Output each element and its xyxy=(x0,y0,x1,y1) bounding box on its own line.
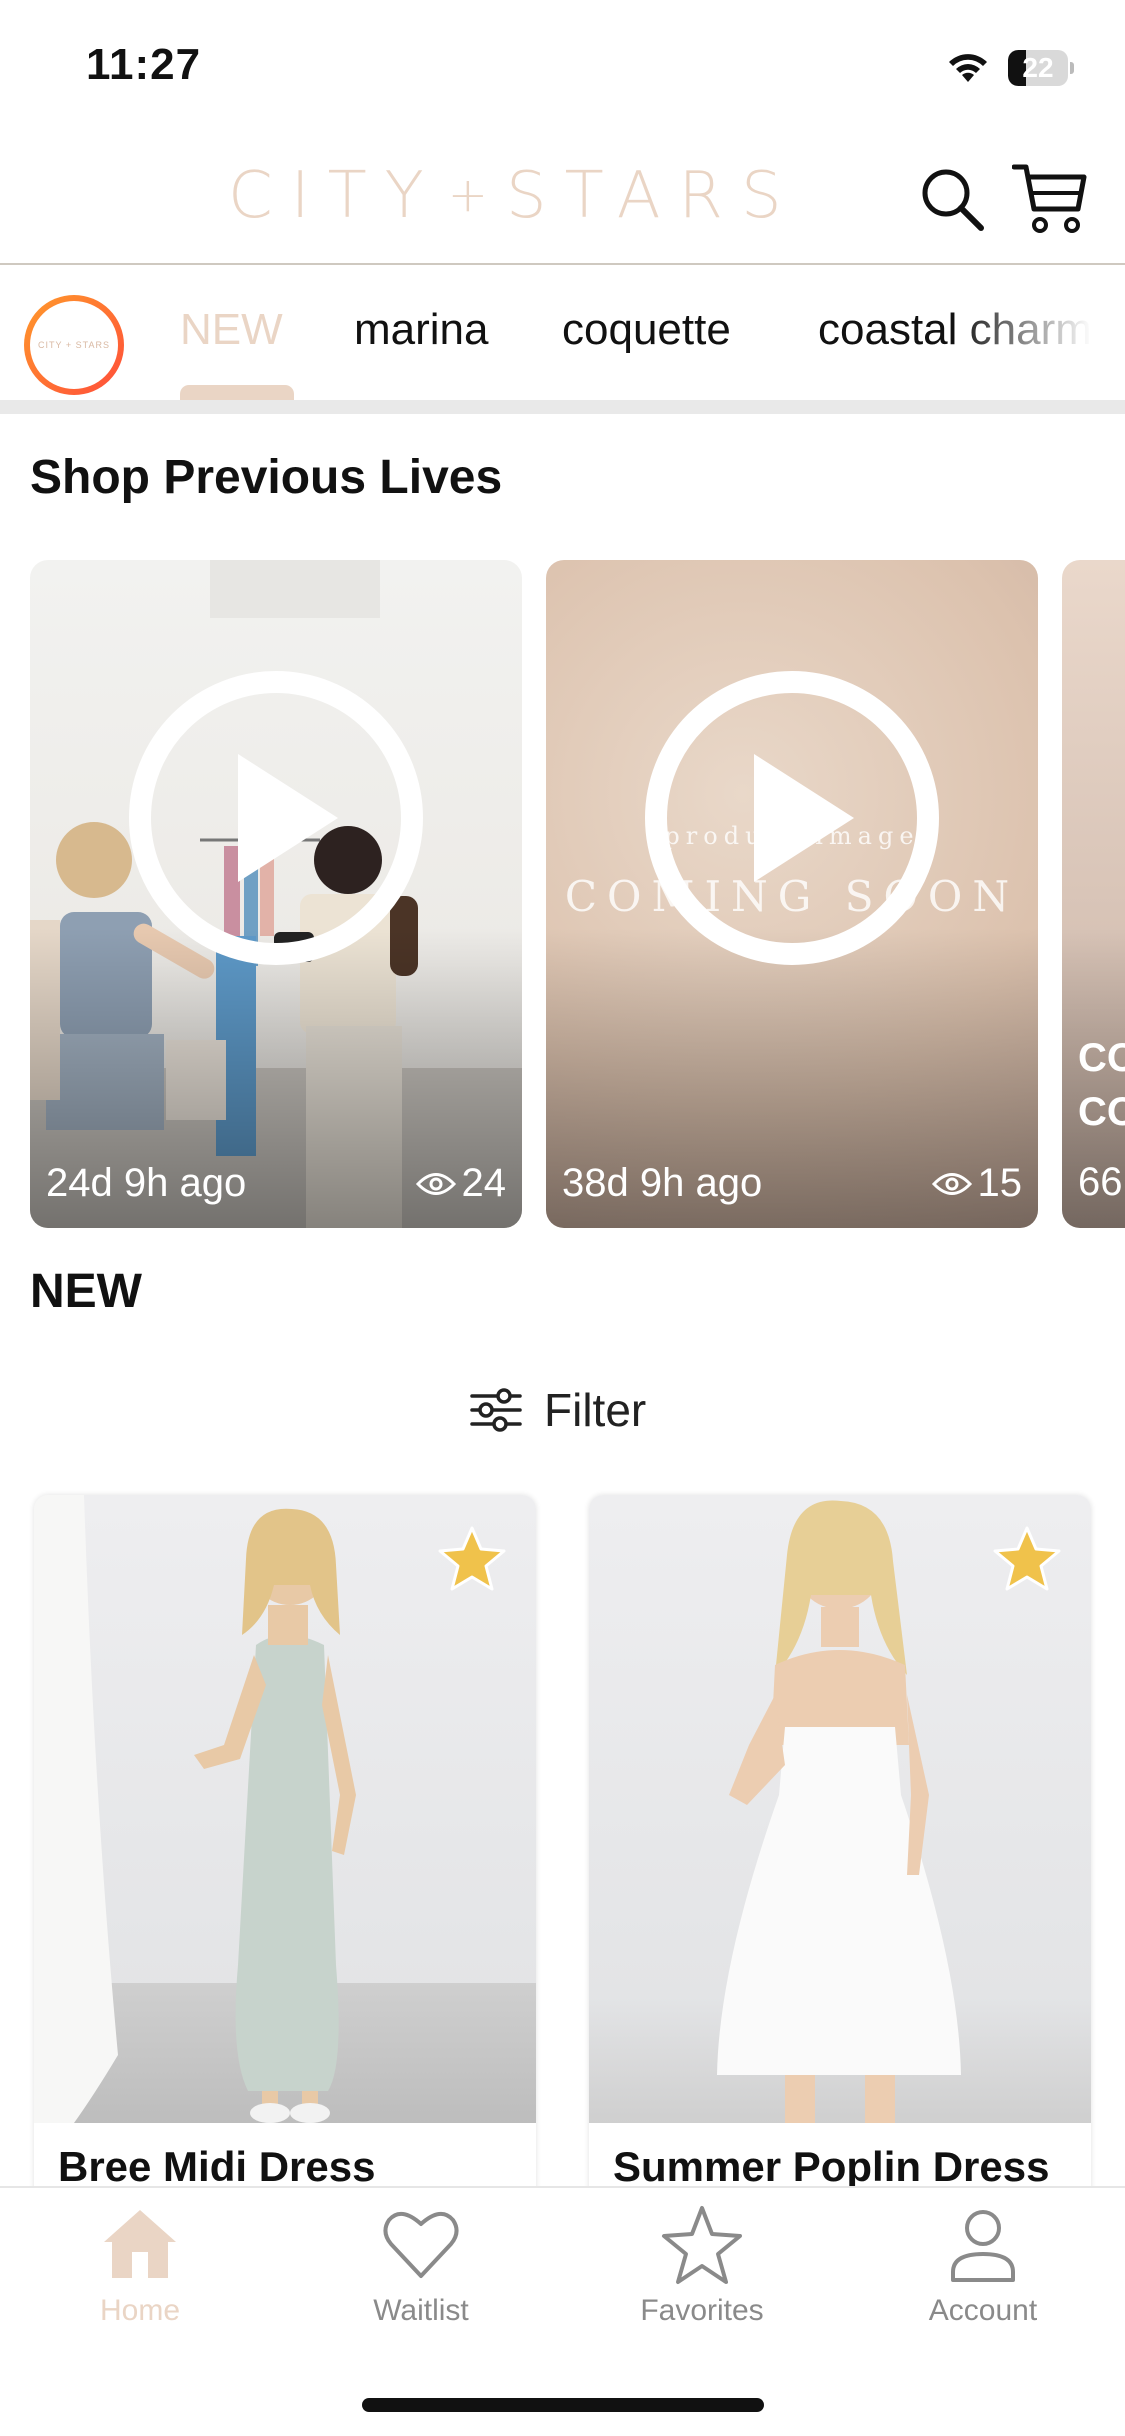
tab-coquette[interactable]: coquette xyxy=(562,305,731,355)
person-icon xyxy=(951,2210,1015,2282)
filter-label: Filter xyxy=(544,1384,647,1436)
tabbar-label: Waitlist xyxy=(373,2294,469,2327)
favorite-star-icon[interactable] xyxy=(436,1523,508,1595)
app-header: CITY +STARS xyxy=(0,135,1125,265)
home-indicator xyxy=(362,2398,764,2412)
wifi-icon xyxy=(949,54,987,82)
tab-new[interactable]: NEW xyxy=(180,305,283,355)
sliders-icon xyxy=(470,1388,522,1432)
live-video-card[interactable]: 24d 9h ago 24 xyxy=(30,560,522,1228)
filter-button[interactable]: Filter xyxy=(470,1380,646,1440)
brand-logo[interactable]: CITY +STARS xyxy=(228,159,800,233)
tabs-fade xyxy=(955,267,1125,402)
logo-text-right: STARS xyxy=(505,159,800,233)
tabbar-label: Home xyxy=(99,2294,181,2327)
tabbar-waitlist[interactable]: Waitlist xyxy=(321,2202,521,2328)
live-video-card[interactable]: product image COMING SOON 38d 9h ago 15 xyxy=(546,560,1038,1228)
status-bar: 11:27 22 xyxy=(0,0,1125,135)
live-age: 24d 9h ago xyxy=(46,1161,247,1205)
live-age: 38d 9h ago xyxy=(562,1161,763,1205)
play-icon[interactable] xyxy=(126,668,426,968)
eye-icon xyxy=(415,1172,456,1195)
brand-avatar[interactable]: CITY + STARS xyxy=(24,295,124,395)
logo-plus: + xyxy=(447,167,500,223)
cart-icon[interactable] xyxy=(1012,161,1088,235)
live-video-card[interactable]: CO CO 66 xyxy=(1062,560,1125,1228)
product-card[interactable]: Bree Midi Dress xyxy=(34,1495,536,2195)
tabbar-favorites[interactable]: Favorites xyxy=(602,2202,802,2328)
brand-avatar-text: CITY + STARS xyxy=(30,301,118,389)
favorite-star-icon[interactable] xyxy=(991,1523,1063,1595)
live-views: 15 xyxy=(931,1161,1023,1206)
live-card-title-line1: CO xyxy=(1078,1036,1125,1080)
play-icon[interactable] xyxy=(642,668,942,968)
eye-icon xyxy=(931,1172,972,1195)
live-views-count: 15 xyxy=(977,1161,1023,1205)
home-icon xyxy=(104,2210,176,2278)
battery-indicator: 22 xyxy=(1008,50,1074,86)
live-card-title-line2: CO xyxy=(1078,1090,1125,1134)
search-icon[interactable] xyxy=(918,165,986,233)
battery-level: 22 xyxy=(1022,52,1054,83)
live-views-count: 24 xyxy=(461,1161,507,1205)
tabbar-home[interactable]: Home xyxy=(40,2202,240,2328)
product-card[interactable]: Summer Poplin Dress xyxy=(589,1495,1091,2195)
tabbar-label: Account xyxy=(928,2294,1038,2327)
star-icon xyxy=(662,2206,742,2284)
logo-text-left: CITY xyxy=(228,159,442,233)
tabbar-account[interactable]: Account xyxy=(883,2202,1083,2328)
live-age: 66 xyxy=(1078,1160,1123,1204)
status-time: 11:27 xyxy=(86,40,202,89)
divider xyxy=(0,400,1125,414)
section-title-new: NEW xyxy=(30,1265,142,1318)
heart-icon xyxy=(383,2212,459,2278)
tab-marina[interactable]: marina xyxy=(354,305,489,355)
tabbar-label: Favorites xyxy=(640,2294,764,2327)
product-name[interactable]: Bree Midi Dress xyxy=(58,2143,375,2191)
product-name[interactable]: Summer Poplin Dress xyxy=(613,2143,1049,2191)
live-views: 24 xyxy=(415,1161,507,1206)
category-tabs: CITY + STARS NEW marina coquette coastal… xyxy=(0,267,1125,402)
section-title-lives: Shop Previous Lives xyxy=(30,451,503,504)
